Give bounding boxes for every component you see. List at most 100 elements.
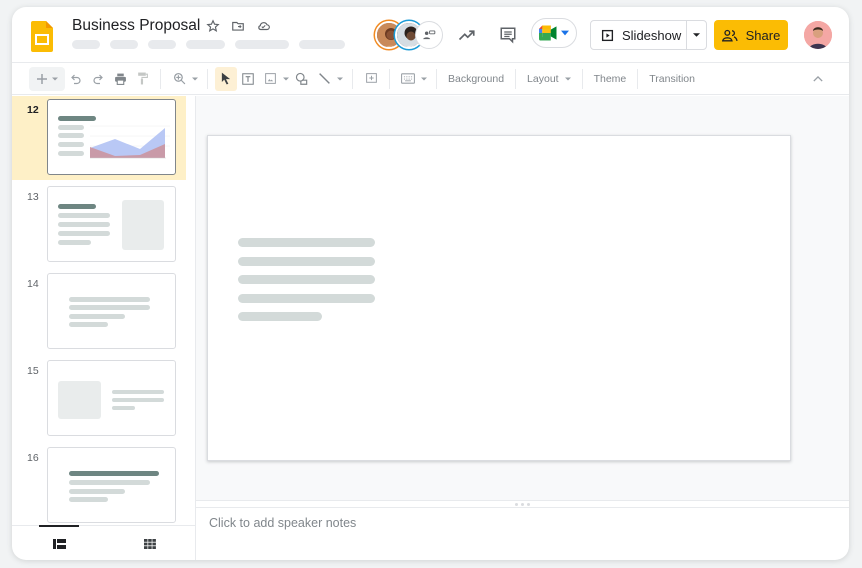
slides-window: Business Proposal Slideshow Share Backgr… [12, 7, 849, 560]
shape-icon [295, 72, 308, 85]
speaker-notes-field[interactable]: Click to add speaker notes [196, 508, 849, 560]
input-tools-button[interactable] [397, 67, 419, 91]
filmstrip-slide[interactable]: 16 [12, 444, 186, 528]
filmstrip-slide[interactable]: 13 [12, 183, 186, 267]
thumb-text-line [69, 480, 150, 485]
filmstrip-slide[interactable]: 12 [12, 96, 186, 180]
add-comment-button[interactable] [360, 67, 382, 91]
background-button[interactable]: Background [444, 67, 508, 91]
toolbar-divider [352, 68, 353, 89]
insert-image-button[interactable] [259, 67, 281, 91]
menu-item-placeholder[interactable] [299, 40, 345, 49]
google-meet-button[interactable] [531, 18, 577, 48]
layout-button[interactable]: Layout [523, 67, 575, 91]
thumb-text-line [112, 398, 164, 402]
print-icon [114, 73, 126, 85]
toolbar-divider [581, 68, 583, 89]
chevron-down-icon [561, 30, 569, 36]
toolbar-divider [436, 68, 437, 89]
thumb-text-line [69, 314, 125, 319]
select-tool-button[interactable] [215, 66, 237, 91]
undo-button[interactable] [65, 67, 87, 91]
theme-button[interactable]: Theme [590, 67, 631, 91]
menu-item-placeholder[interactable] [186, 40, 225, 49]
thumb-text-line [58, 133, 84, 138]
filmstrip-view-icon [52, 538, 66, 549]
people-icon [721, 29, 738, 41]
caret-down-icon [337, 77, 343, 80]
thumb-text-line [69, 305, 150, 310]
line-icon [318, 73, 330, 84]
image-dropdown[interactable] [281, 67, 291, 91]
slideshow-options-dropdown[interactable] [687, 33, 706, 37]
slides-logo-icon[interactable] [31, 21, 53, 52]
filmstrip-slide[interactable]: 14 [12, 270, 186, 354]
slide-text-line[interactable] [238, 238, 375, 247]
current-slide[interactable] [207, 135, 791, 461]
slide-thumbnail [47, 273, 176, 349]
filmstrip-view-tab[interactable] [39, 525, 79, 560]
slide-text-line[interactable] [238, 312, 322, 321]
menu-item-placeholder[interactable] [72, 40, 100, 49]
present-to-meeting-icon[interactable] [415, 21, 443, 49]
filmstrip-slide[interactable]: 15 [12, 357, 186, 441]
input-tools-dropdown[interactable] [419, 67, 429, 91]
transition-button[interactable]: Transition [645, 67, 699, 91]
line-dropdown[interactable] [335, 67, 345, 91]
thumb-title-line [58, 204, 96, 209]
paint-format-icon [137, 72, 148, 85]
zoom-dropdown[interactable] [190, 67, 200, 91]
slide-text-line[interactable] [238, 275, 375, 284]
toolbar-divider [207, 68, 208, 89]
notes-resize-handle[interactable] [196, 500, 849, 508]
user-avatar[interactable] [804, 21, 832, 49]
text-box-button[interactable] [237, 67, 259, 91]
select-cursor-icon [221, 72, 231, 85]
redo-button[interactable] [87, 67, 109, 91]
slideshow-label: Slideshow [622, 27, 682, 43]
thumb-area-chart [90, 125, 170, 159]
menu-item-placeholder[interactable] [235, 40, 289, 49]
document-title[interactable]: Business Proposal [72, 17, 200, 35]
thumb-text-line [69, 322, 108, 327]
thumb-text-line [58, 151, 84, 156]
star-icon[interactable] [205, 18, 221, 34]
text-box-icon [242, 72, 254, 85]
menu-item-placeholder[interactable] [110, 40, 138, 49]
caret-down-icon [693, 33, 700, 37]
slide-number: 12 [27, 104, 39, 116]
drag-dot [521, 502, 524, 506]
new-slide-button[interactable] [29, 66, 65, 91]
line-button[interactable] [313, 67, 335, 91]
print-button[interactable] [109, 67, 131, 91]
chevron-up-icon [813, 76, 823, 82]
share-button[interactable]: Share [714, 20, 788, 50]
slideshow-button[interactable]: Slideshow [591, 21, 687, 49]
redo-icon [93, 74, 103, 84]
move-to-folder-icon[interactable] [230, 18, 246, 34]
trending-up-icon[interactable] [456, 24, 478, 46]
zoom-button[interactable] [168, 67, 190, 91]
thumb-text-line [58, 240, 91, 245]
comment-icon[interactable] [497, 24, 519, 46]
thumb-image-placeholder [122, 200, 164, 250]
collapse-menus-button[interactable] [807, 67, 829, 91]
layout-label: Layout [527, 72, 559, 85]
filmstrip: 12 13 14 15 16 [12, 96, 196, 560]
thumb-text-line [69, 297, 150, 302]
zoom-icon [173, 72, 185, 85]
collaborators [375, 21, 445, 49]
paint-format-button[interactable] [131, 67, 153, 91]
thumb-text-line [112, 406, 135, 410]
slide-text-line[interactable] [238, 257, 375, 266]
shape-button[interactable] [291, 67, 313, 91]
cloud-saved-icon[interactable] [255, 18, 271, 34]
slide-number: 14 [27, 278, 39, 290]
grid-view-tab[interactable] [120, 526, 180, 560]
menu-item-placeholder[interactable] [148, 40, 176, 49]
slide-thumbnail [47, 360, 176, 436]
menu-bar [72, 40, 345, 49]
slide-text-line[interactable] [238, 294, 375, 303]
thumb-text-line [58, 222, 110, 227]
thumb-text-line [69, 497, 108, 502]
